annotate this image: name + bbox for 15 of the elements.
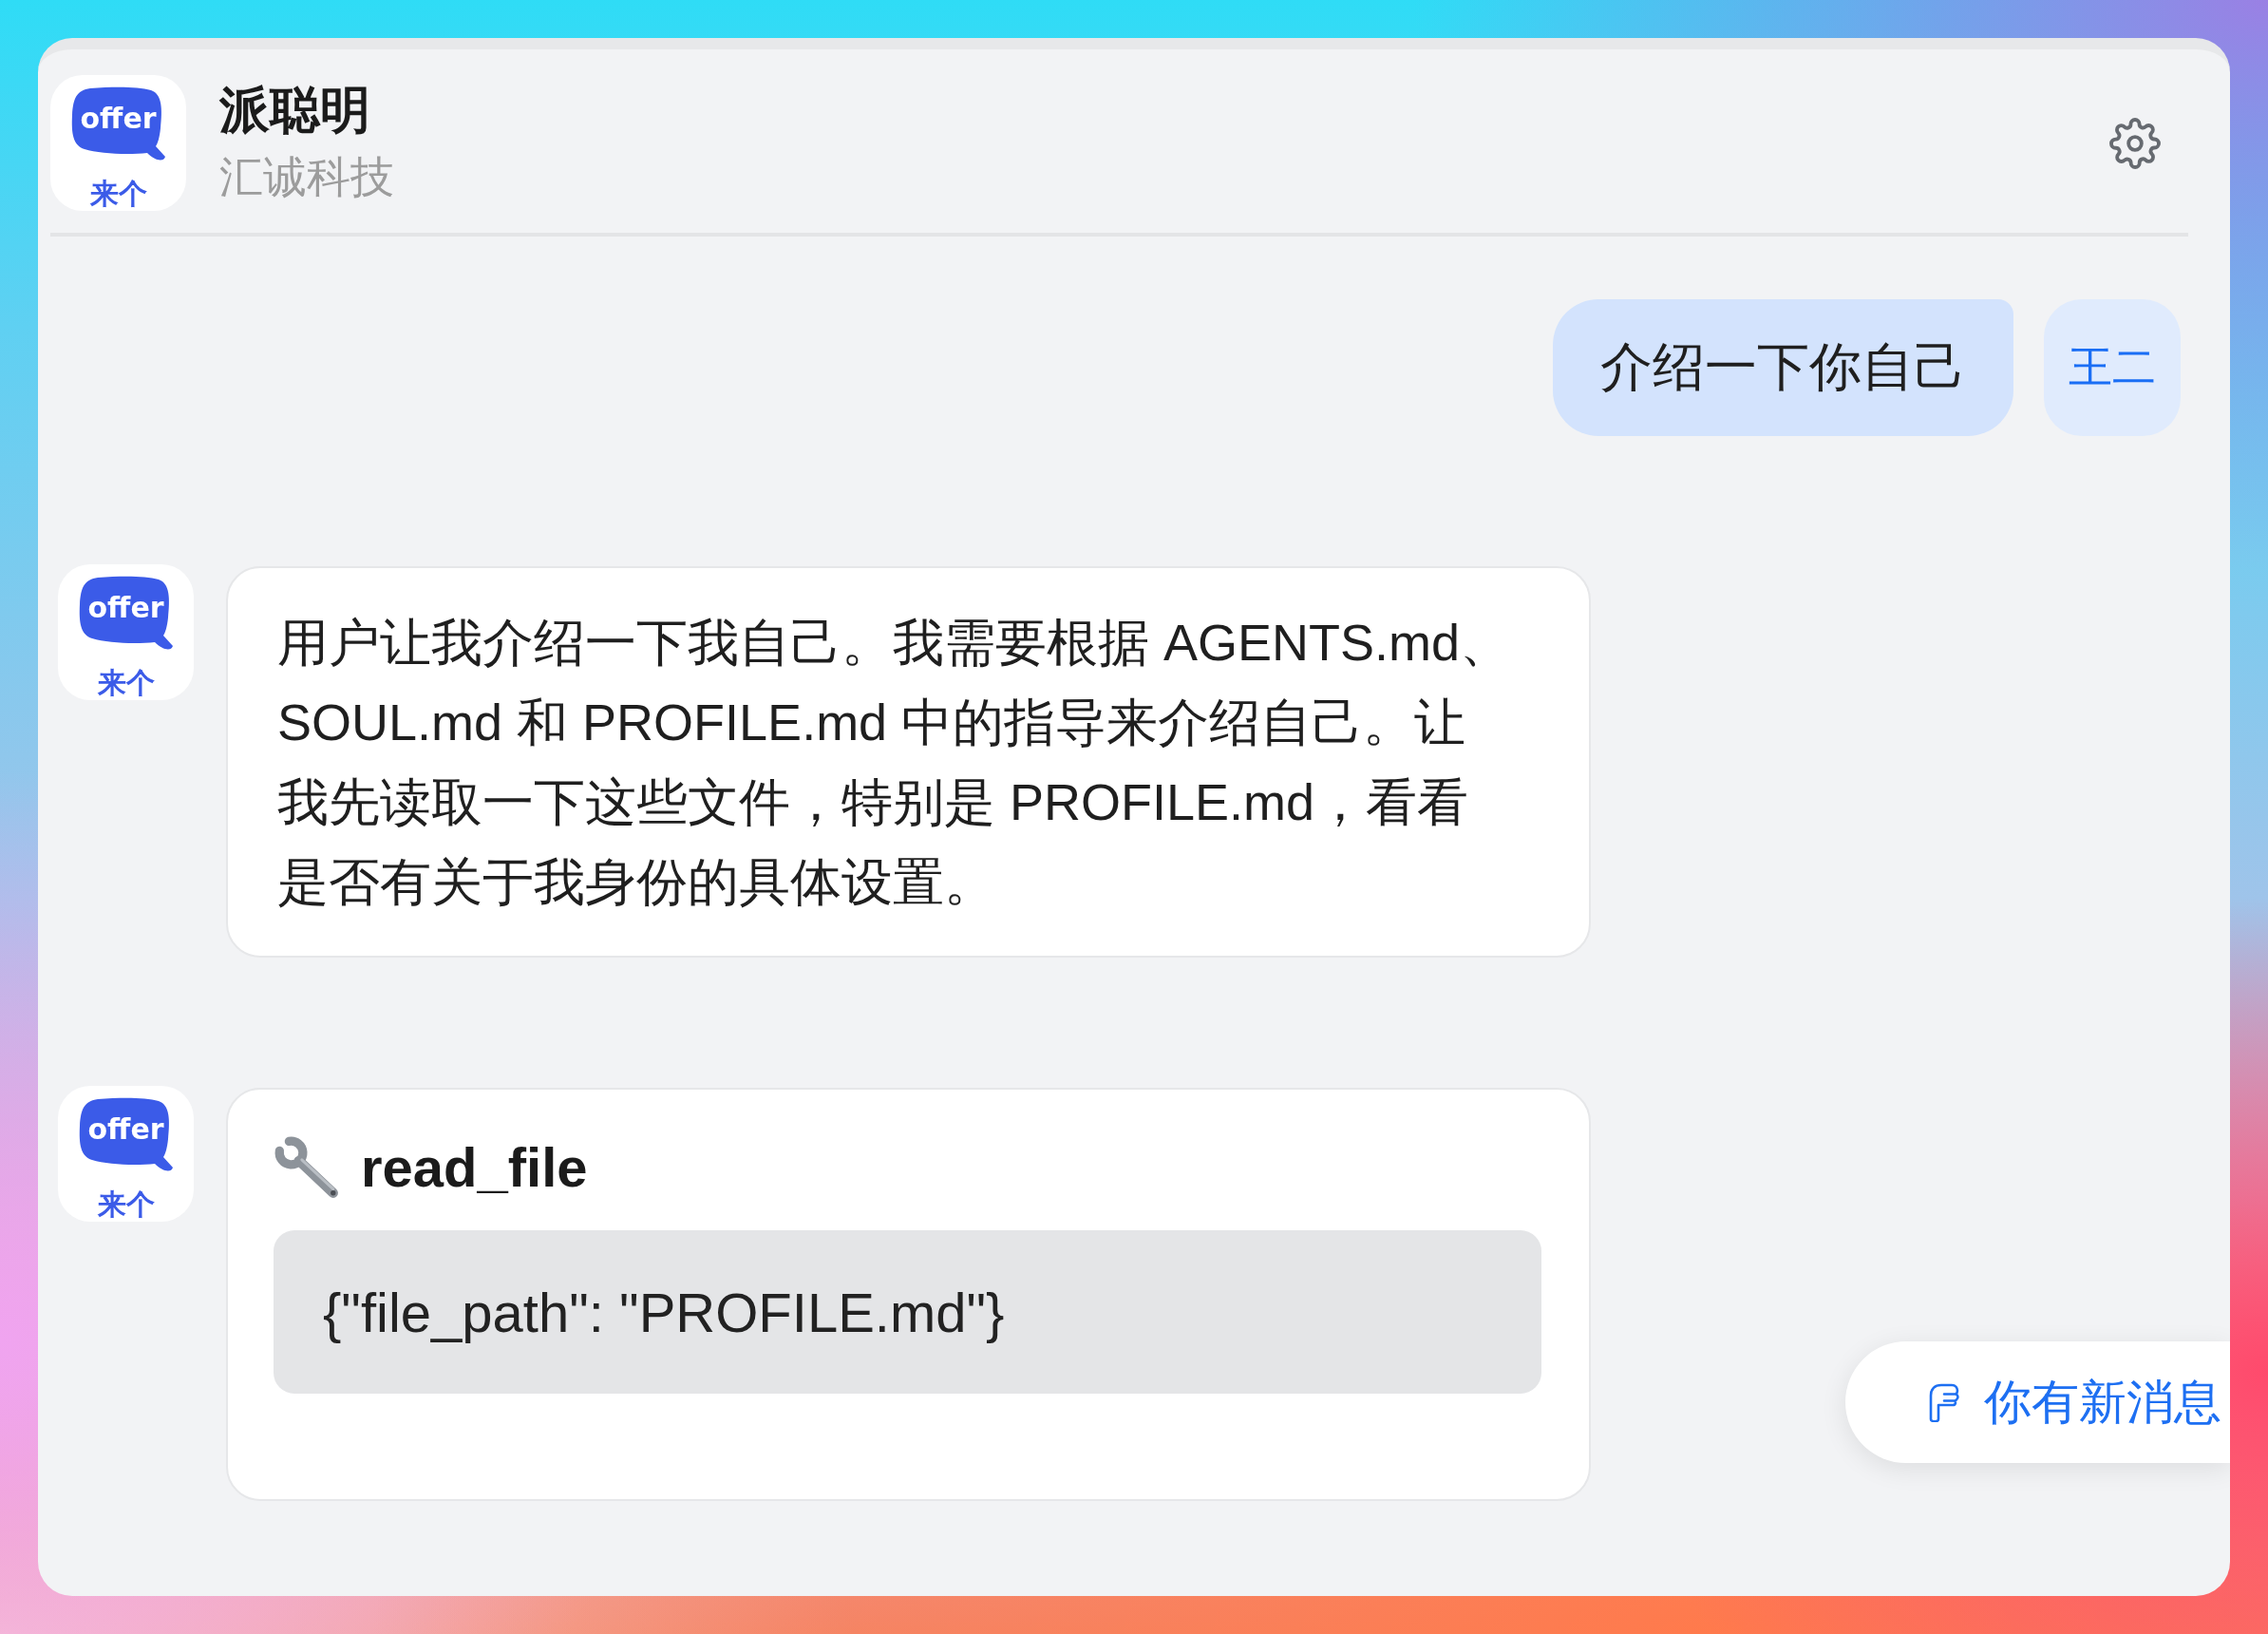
message-bubble: 用户让我介绍一下我自己。我需要根据 AGENTS.md、SOUL.md 和 PROFILE.md 中的指导来介绍自己。让我先读取一下这些文件，特别是 PROFILE.md，看看是否有关于我身份的具体设置。 <box>226 566 1591 958</box>
new-messages-button[interactable]: 你有新消息 <box>1845 1341 2230 1463</box>
logo-caption: 来个 <box>97 1190 155 1219</box>
tool-name: read_file <box>361 1135 588 1200</box>
logo-wordmark: offer <box>78 1097 174 1173</box>
user-avatar: 王二 <box>2044 299 2181 436</box>
logo-caption: 来个 <box>89 180 147 208</box>
code-block: {"file_path": "PROFILE.md"} <box>274 1230 1541 1394</box>
logo-wordmark: offer <box>78 576 174 652</box>
app-title: 派聪明 <box>219 82 370 138</box>
logo-caption: 来个 <box>97 669 155 697</box>
message-bubble: 介绍一下你自己 <box>1553 299 2013 436</box>
logo-wordmark: offer <box>70 86 166 162</box>
app-subtitle: 汇诚科技 <box>219 150 394 203</box>
wrench-icon <box>274 1135 340 1200</box>
